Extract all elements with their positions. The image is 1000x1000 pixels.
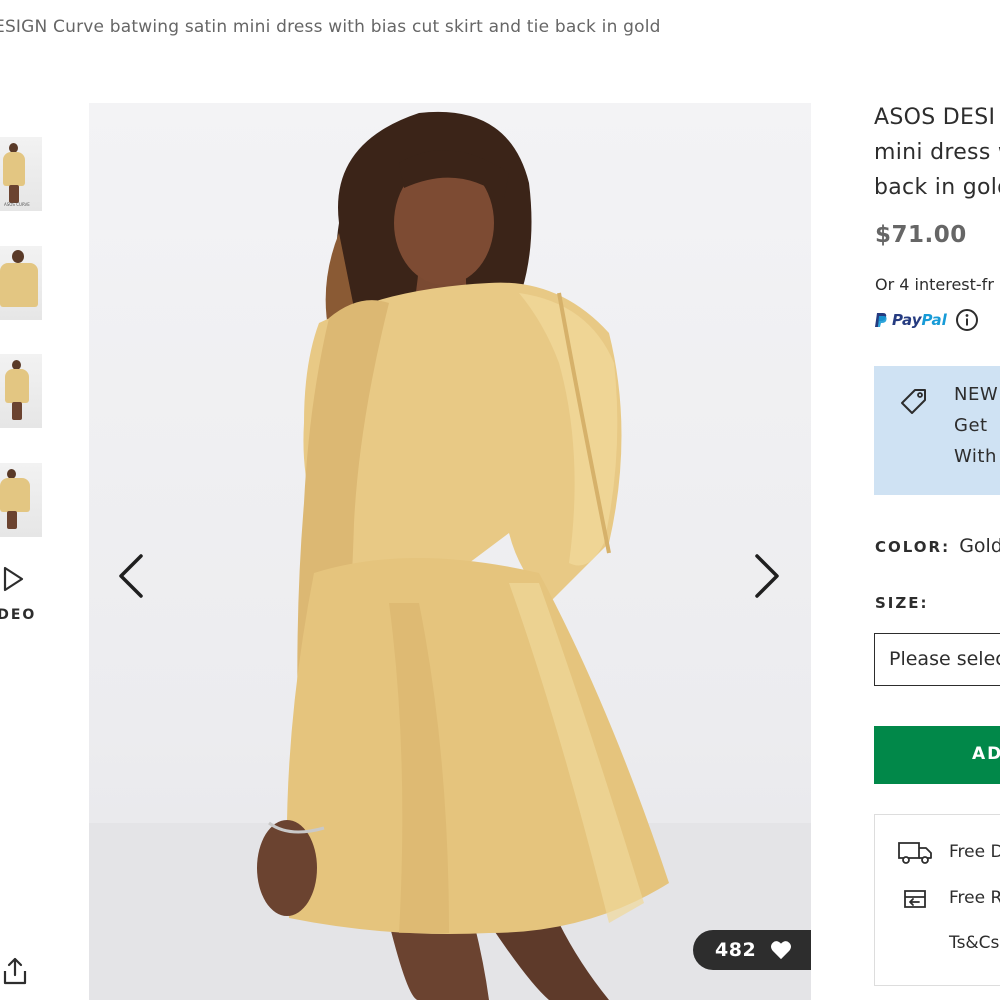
paypal-pal-text: Pal [921, 311, 947, 329]
price-tag-icon [901, 389, 926, 414]
video-label[interactable]: IDEO [0, 607, 36, 623]
color-label: COLOR: [875, 538, 951, 556]
product-title-line: back in gold [874, 175, 1000, 200]
share-icon[interactable] [0, 955, 30, 987]
terms-row[interactable]: Ts&Cs [949, 933, 999, 953]
delivery-info-box: Free D Free R Ts&Cs [874, 814, 1000, 986]
info-icon[interactable] [955, 308, 979, 332]
size-select-placeholder: Please selec [889, 648, 1000, 670]
add-to-bag-label: AD [972, 744, 1000, 764]
product-title-line: ASOS DESI [874, 105, 996, 130]
product-title-line: mini dress w [874, 140, 1000, 165]
model-photo [89, 111, 811, 1000]
free-delivery-text: Free D [949, 842, 1000, 862]
free-returns-text: Free R [949, 888, 1000, 908]
size-label: SIZE: [875, 594, 929, 612]
color-value: Gold [959, 535, 1000, 557]
promo-line: Get [954, 415, 988, 436]
color-row: COLOR: Gold [875, 535, 1000, 557]
size-select[interactable]: Please selec [874, 633, 1000, 686]
thumbnail-caption: ASOS CURVE [4, 202, 30, 207]
paypal-logo: Pay Pal [874, 311, 947, 329]
terms-link[interactable]: Ts&Cs [949, 933, 999, 953]
truck-icon [898, 842, 932, 864]
paypal-pay-text: Pay [892, 311, 922, 329]
return-box-icon [904, 890, 926, 908]
product-main-image: 482 [89, 103, 811, 1000]
breadcrumb: ESIGN Curve batwing satin mini dress wit… [0, 17, 661, 37]
promo-line: With [954, 446, 997, 467]
paypal-icon [875, 313, 887, 327]
free-delivery-row: Free D [897, 839, 1000, 865]
promo-banner: NEW Get With [874, 366, 1000, 495]
thumbnail-1[interactable]: ASOS CURVE [0, 137, 42, 211]
paypal-row: Pay Pal [874, 308, 979, 332]
thumbnail-2[interactable] [0, 246, 42, 320]
previous-image-arrow-icon[interactable] [111, 546, 151, 606]
product-title: ASOS DESI mini dress w back in gold [874, 100, 1000, 210]
product-price: $71.00 [875, 222, 967, 248]
play-video-icon[interactable] [0, 564, 40, 594]
promo-line: NEW [954, 384, 999, 405]
free-returns-row: Free R [897, 885, 1000, 911]
next-image-arrow-icon[interactable] [747, 546, 787, 606]
thumbnail-3[interactable] [0, 354, 42, 428]
save-count: 482 [715, 939, 757, 961]
save-for-later-button[interactable]: 482 [693, 930, 811, 970]
add-to-bag-button[interactable]: AD [874, 726, 1000, 784]
thumbnail-4[interactable] [0, 463, 42, 537]
installments-text: Or 4 interest-fr [875, 275, 994, 294]
heart-icon [771, 941, 792, 960]
